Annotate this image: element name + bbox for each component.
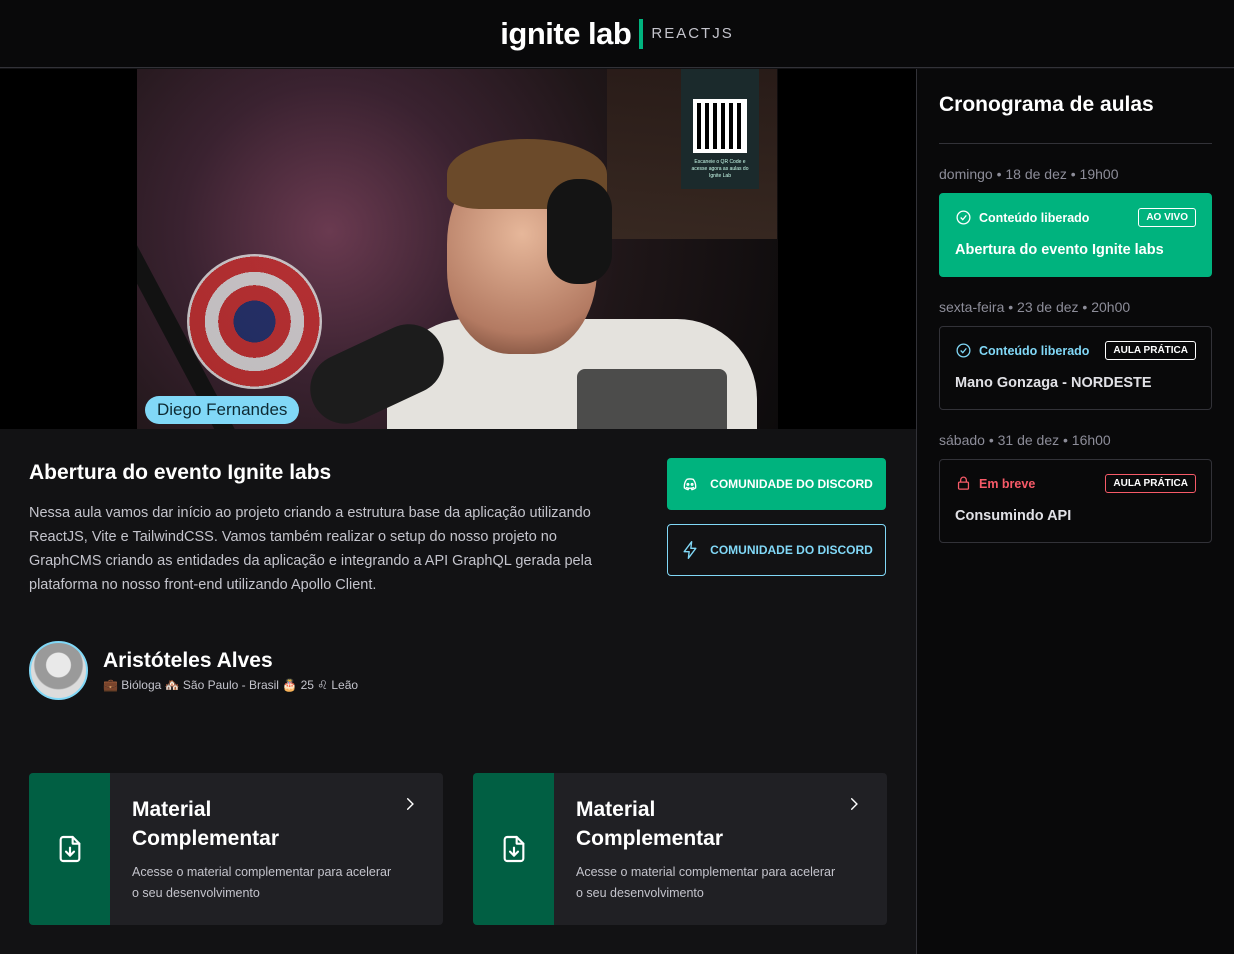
check-circle-icon xyxy=(956,210,971,225)
card-title: Material Complementar xyxy=(576,798,724,850)
lesson-description: Nessa aula vamos dar início ao projeto c… xyxy=(29,505,592,593)
discord-community-outline-button[interactable]: COMUNIDADE DO DISCORD xyxy=(667,524,886,576)
teacher-info: Aristóteles Alves 💼 Bióloga 🏘️ São Paulo… xyxy=(29,641,358,700)
lesson-block: domingo • 18 de dez • 19h00 Conteúdo lib… xyxy=(939,166,1212,277)
discord-button-label: COMUNIDADE DO DISCORD xyxy=(710,477,873,491)
lesson-date: domingo • 18 de dez • 19h00 xyxy=(939,166,1119,182)
file-download-icon xyxy=(503,835,524,863)
teacher-name: Aristóteles Alves xyxy=(103,649,273,672)
qr-code-panel: Escaneie o QR Code e acesse agora as aul… xyxy=(681,69,759,189)
lesson-date: sábado • 31 de dez • 16h00 xyxy=(939,432,1111,448)
lesson-status-label: Conteúdo liberado xyxy=(979,343,1090,358)
lesson-name: Mano Gonzaga - NORDESTE xyxy=(955,375,1152,391)
lesson-status: Conteúdo liberado xyxy=(955,342,1089,359)
chevron-right-icon xyxy=(406,798,414,810)
teacher-avatar xyxy=(29,641,88,700)
logo-main: ignite lab xyxy=(500,15,632,51)
lesson-card[interactable]: Conteúdo liberado AULA PRÁTICA Mano Gonz… xyxy=(939,326,1212,410)
lesson-title: Abertura do evento Ignite labs xyxy=(29,461,332,484)
lock-icon xyxy=(957,476,970,490)
video-headphones xyxy=(547,179,612,284)
lesson-block: sexta-feira • 23 de dez • 20h00 Conteúdo… xyxy=(939,299,1212,410)
card-icon-panel xyxy=(473,773,554,925)
lesson-name: Consumindo API xyxy=(955,508,1072,524)
teacher-meta: 💼 Bióloga 🏘️ São Paulo - Brasil 🎂 25 ♌ L… xyxy=(103,678,359,692)
video-frame[interactable]: Escaneie o QR Code e acesse agora as aul… xyxy=(137,69,778,429)
lesson-card[interactable]: Em breve AULA PRÁTICA Consumindo API xyxy=(939,459,1212,543)
lesson-name: Abertura do evento Ignite labs xyxy=(955,242,1164,258)
live-badge: AO VIVO xyxy=(1138,208,1196,227)
lesson-card-active[interactable]: Conteúdo liberado AO VIVO Abertura do ev… xyxy=(939,193,1212,277)
sidebar: Cronograma de aulas domingo • 18 de dez … xyxy=(916,69,1234,954)
practice-badge: AULA PRÁTICA xyxy=(1105,341,1196,360)
discord-outline-button-label: COMUNIDADE DO DISCORD xyxy=(710,543,873,557)
logo-sub: REACTJS xyxy=(651,25,734,42)
logo-divider xyxy=(639,18,644,49)
video-hoodie-print xyxy=(577,369,727,429)
discord-icon xyxy=(683,478,697,491)
check-circle-icon xyxy=(956,343,971,358)
practice-badge: AULA PRÁTICA xyxy=(1105,474,1196,493)
header: ignite lab REACTJS xyxy=(0,0,1234,68)
lesson-content: Abertura do evento Ignite labs Nessa aul… xyxy=(0,429,916,954)
speaker-tag: Diego Fernandes xyxy=(145,396,300,424)
sidebar-title: Cronograma de aulas xyxy=(939,93,1212,144)
logo[interactable]: ignite lab REACTJS xyxy=(500,16,733,52)
discord-community-button[interactable]: COMUNIDADE DO DISCORD xyxy=(667,458,886,510)
lightning-icon xyxy=(683,541,697,559)
card-title: Material Complementar xyxy=(132,798,280,850)
qr-caption: Escaneie o QR Code e acesse agora as aul… xyxy=(691,159,749,179)
lesson-date: sexta-feira • 23 de dez • 20h00 xyxy=(939,299,1131,315)
lesson-block: sábado • 31 de dez • 16h00 Em breve AULA… xyxy=(939,432,1212,543)
material-card[interactable]: Material Complementar Acesse o material … xyxy=(473,773,887,925)
file-download-icon xyxy=(59,835,80,863)
card-text: Acesse o material complementar para acel… xyxy=(132,865,392,900)
lesson-status: Conteúdo liberado xyxy=(955,209,1089,226)
lesson-status-label: Conteúdo liberado xyxy=(979,210,1090,225)
lesson-status: Em breve xyxy=(955,475,1035,492)
chevron-right-icon xyxy=(850,798,858,810)
qr-code xyxy=(693,99,747,153)
lesson-status-label: Em breve xyxy=(979,476,1036,491)
card-text: Acesse o material complementar para acel… xyxy=(576,865,836,900)
video-player[interactable]: Escaneie o QR Code e acesse agora as aul… xyxy=(0,69,916,478)
video-shield-decor xyxy=(187,254,322,389)
card-icon-panel xyxy=(29,773,110,925)
material-card[interactable]: Material Complementar Acesse o material … xyxy=(29,773,443,925)
